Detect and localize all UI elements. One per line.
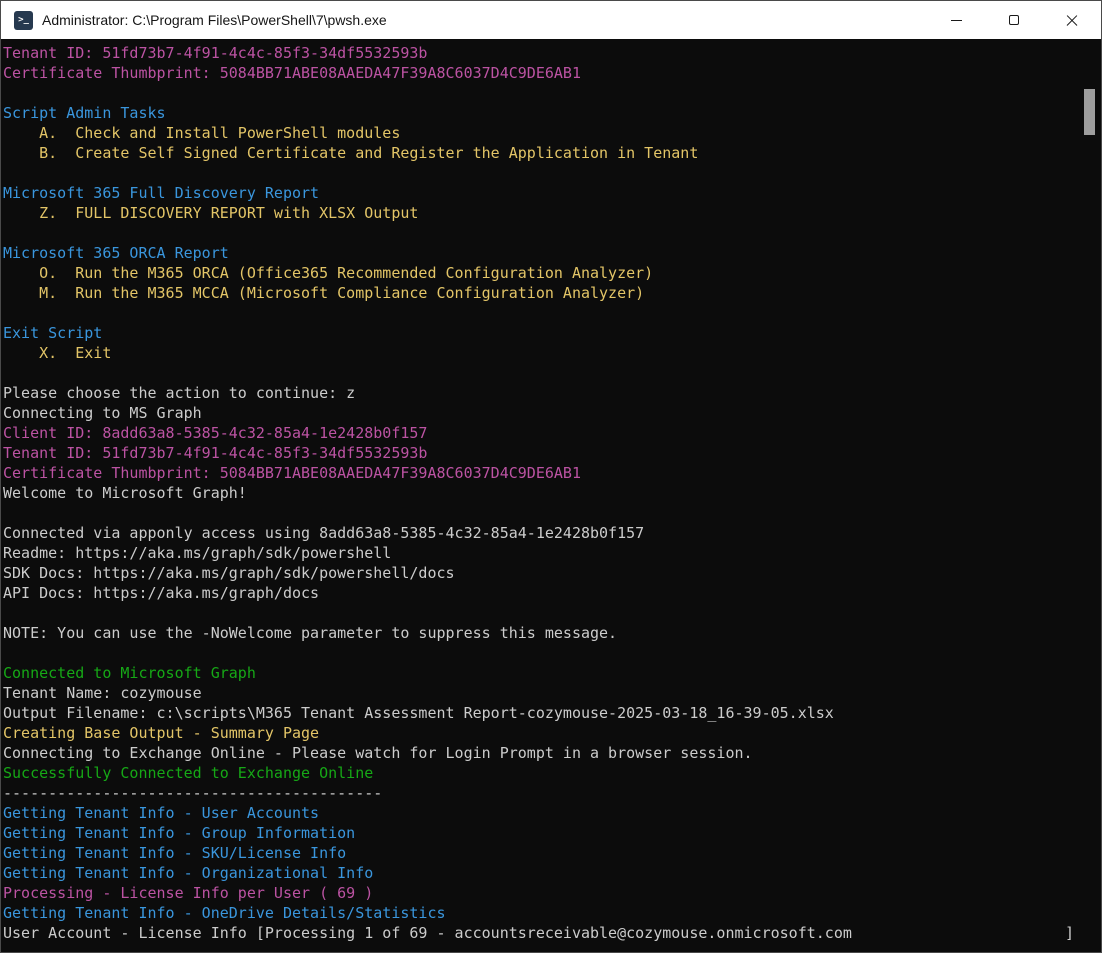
maximize-icon [1009, 15, 1019, 25]
terminal-line-text: Script Admin Tasks [3, 104, 166, 122]
terminal-line-text: O. Run the M365 ORCA (Office365 Recommen… [3, 264, 653, 282]
terminal-line: User Account - License Info [Processing … [3, 923, 1079, 943]
terminal-line [3, 503, 1079, 523]
terminal-line: Connecting to MS Graph [3, 403, 1079, 423]
terminal-line: Microsoft 365 Full Discovery Report [3, 183, 1079, 203]
terminal-line: O. Run the M365 ORCA (Office365 Recommen… [3, 263, 1079, 283]
terminal-line-text: Getting Tenant Info - OneDrive Details/S… [3, 904, 446, 922]
terminal-line-text: NOTE: You can use the -NoWelcome paramet… [3, 624, 617, 642]
terminal-line: X. Exit [3, 343, 1079, 363]
window-title: Administrator: C:\Program Files\PowerShe… [42, 12, 387, 28]
terminal-line: Getting Tenant Info - Organizational Inf… [3, 863, 1079, 883]
terminal-line-text: Tenant Name: cozymouse [3, 684, 202, 702]
terminal-line-text: Exit Script [3, 324, 102, 342]
terminal-line: A. Check and Install PowerShell modules [3, 123, 1079, 143]
terminal-line [3, 223, 1079, 243]
terminal-line: Script Admin Tasks [3, 103, 1079, 123]
terminal-line-text: User Account - License Info [Processing … [3, 924, 852, 942]
terminal-line-text: Getting Tenant Info - Group Information [3, 824, 355, 842]
terminal-line: M. Run the M365 MCCA (Microsoft Complian… [3, 283, 1079, 303]
terminal-output[interactable]: Tenant ID: 51fd73b7-4f91-4c4c-85f3-34df5… [1, 39, 1079, 952]
terminal-line-text: M. Run the M365 MCCA (Microsoft Complian… [3, 284, 644, 302]
terminal-line: Certificate Thumbprint: 5084BB71ABE08AAE… [3, 63, 1079, 83]
terminal-line [3, 603, 1079, 623]
terminal-line: Tenant Name: cozymouse [3, 683, 1079, 703]
terminal-line-text: SDK Docs: https://aka.ms/graph/sdk/power… [3, 564, 455, 582]
terminal-line-text: Certificate Thumbprint: 5084BB71ABE08AAE… [3, 464, 581, 482]
terminal-line: Microsoft 365 ORCA Report [3, 243, 1079, 263]
terminal-line: Tenant ID: 51fd73b7-4f91-4c4c-85f3-34df5… [3, 443, 1079, 463]
terminal-line-text: Readme: https://aka.ms/graph/sdk/powersh… [3, 544, 391, 562]
terminal-line [3, 363, 1079, 383]
terminal-line: Please choose the action to continue: z [3, 383, 1079, 403]
terminal-line: Connected via apponly access using 8add6… [3, 523, 1079, 543]
terminal-line-text: Microsoft 365 Full Discovery Report [3, 184, 319, 202]
terminal-line [3, 163, 1079, 183]
terminal-line-text: Connected via apponly access using 8add6… [3, 524, 644, 542]
terminal-line-text: X. Exit [3, 344, 111, 362]
progress-bracket: ] [1065, 923, 1074, 943]
terminal-line-text: Welcome to Microsoft Graph! [3, 484, 247, 502]
terminal-line: Connecting to Exchange Online - Please w… [3, 743, 1079, 763]
maximize-button[interactable] [985, 1, 1043, 39]
terminal-line-text: A. Check and Install PowerShell modules [3, 124, 400, 142]
terminal-line: Exit Script [3, 323, 1079, 343]
terminal-line: SDK Docs: https://aka.ms/graph/sdk/power… [3, 563, 1079, 583]
terminal-line-text: B. Create Self Signed Certificate and Re… [3, 144, 698, 162]
terminal-line: Readme: https://aka.ms/graph/sdk/powersh… [3, 543, 1079, 563]
scrollbar-thumb[interactable] [1084, 89, 1095, 135]
terminal-line-text: Getting Tenant Info - User Accounts [3, 804, 319, 822]
terminal-line: API Docs: https://aka.ms/graph/docs [3, 583, 1079, 603]
terminal-line-text: Connecting to MS Graph [3, 404, 202, 422]
powershell-icon: >_ [14, 11, 33, 30]
terminal-line-text: Connected to Microsoft Graph [3, 664, 256, 682]
terminal-line-text: Connecting to Exchange Online - Please w… [3, 744, 753, 762]
terminal-line [3, 303, 1079, 323]
terminal-line: Getting Tenant Info - SKU/License Info [3, 843, 1079, 863]
window-controls [927, 1, 1101, 39]
terminal-line: Getting Tenant Info - Group Information [3, 823, 1079, 843]
terminal-line: Z. FULL DISCOVERY REPORT with XLSX Outpu… [3, 203, 1079, 223]
title-bar[interactable]: >_ Administrator: C:\Program Files\Power… [1, 1, 1101, 39]
scrollbar-track[interactable] [1079, 39, 1101, 952]
terminal-line-text: Please choose the action to continue: z [3, 384, 355, 402]
minimize-icon [951, 20, 962, 21]
terminal-line: ----------------------------------------… [3, 783, 1079, 803]
terminal-line-text: Microsoft 365 ORCA Report [3, 244, 229, 262]
terminal-line: Welcome to Microsoft Graph! [3, 483, 1079, 503]
terminal-line-text: Client ID: 8add63a8-5385-4c32-85a4-1e242… [3, 424, 427, 442]
close-button[interactable] [1043, 1, 1101, 39]
terminal-line: Getting Tenant Info - OneDrive Details/S… [3, 903, 1079, 923]
terminal-line-text: Tenant ID: 51fd73b7-4f91-4c4c-85f3-34df5… [3, 444, 427, 462]
terminal-line-text: Output Filename: c:\scripts\M365 Tenant … [3, 704, 834, 722]
terminal-line: Connected to Microsoft Graph [3, 663, 1079, 683]
terminal-line-text: Tenant ID: 51fd73b7-4f91-4c4c-85f3-34df5… [3, 44, 427, 62]
terminal-window: >_ Administrator: C:\Program Files\Power… [0, 0, 1102, 953]
terminal-line [3, 83, 1079, 103]
terminal-line: Getting Tenant Info - User Accounts [3, 803, 1079, 823]
terminal-line-text: Z. FULL DISCOVERY REPORT with XLSX Outpu… [3, 204, 418, 222]
terminal-line-text: Getting Tenant Info - Organizational Inf… [3, 864, 373, 882]
terminal-line: NOTE: You can use the -NoWelcome paramet… [3, 623, 1079, 643]
terminal-line-text: ----------------------------------------… [3, 784, 382, 802]
close-icon [1065, 13, 1079, 27]
terminal-line: Output Filename: c:\scripts\M365 Tenant … [3, 703, 1079, 723]
terminal-line-text: Processing - License Info per User ( 69 … [3, 884, 373, 902]
terminal-line-text: Getting Tenant Info - SKU/License Info [3, 844, 346, 862]
terminal-line-text: API Docs: https://aka.ms/graph/docs [3, 584, 319, 602]
terminal-line: Successfully Connected to Exchange Onlin… [3, 763, 1079, 783]
terminal-line: Tenant ID: 51fd73b7-4f91-4c4c-85f3-34df5… [3, 43, 1079, 63]
terminal-line-text: Successfully Connected to Exchange Onlin… [3, 764, 373, 782]
terminal-line: Client ID: 8add63a8-5385-4c32-85a4-1e242… [3, 423, 1079, 443]
terminal-area: Tenant ID: 51fd73b7-4f91-4c4c-85f3-34df5… [1, 39, 1101, 952]
terminal-line: Processing - License Info per User ( 69 … [3, 883, 1079, 903]
terminal-line-text: Certificate Thumbprint: 5084BB71ABE08AAE… [3, 64, 581, 82]
terminal-line [3, 643, 1079, 663]
terminal-line: Creating Base Output - Summary Page [3, 723, 1079, 743]
minimize-button[interactable] [927, 1, 985, 39]
terminal-line: B. Create Self Signed Certificate and Re… [3, 143, 1079, 163]
terminal-line-text: Creating Base Output - Summary Page [3, 724, 319, 742]
terminal-line: Certificate Thumbprint: 5084BB71ABE08AAE… [3, 463, 1079, 483]
